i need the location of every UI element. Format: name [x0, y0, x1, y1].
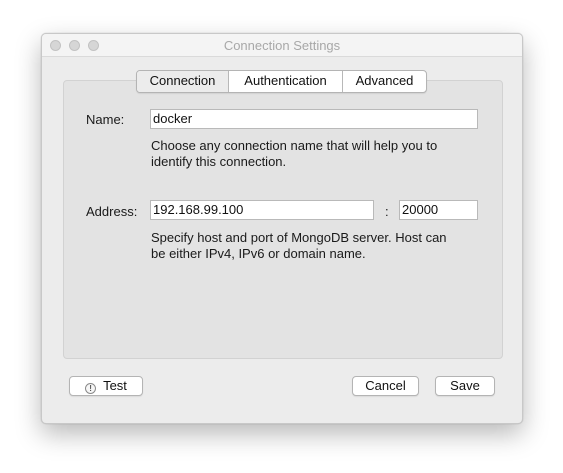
address-hint: Specify host and port of MongoDB server.… — [151, 230, 447, 262]
tab-advanced[interactable]: Advanced — [342, 71, 426, 92]
address-hint-line-1: Specify host and port of MongoDB server.… — [151, 230, 447, 245]
name-label: Name: — [86, 112, 125, 127]
tab-authentication[interactable]: Authentication — [228, 71, 342, 92]
name-hint-line-1: Choose any connection name that will hel… — [151, 138, 438, 153]
address-hint-line-2: be either IPv4, IPv6 or domain name. — [151, 246, 366, 261]
exclamation-circle-icon: ! — [85, 383, 97, 394]
window-title: Connection Settings — [223, 38, 341, 53]
title-bar[interactable]: Connection Settings — [42, 34, 522, 57]
cancel-button[interactable]: Cancel — [352, 376, 419, 396]
tab-bar: Connection Authentication Advanced — [136, 70, 427, 93]
test-button[interactable]: ! Test — [69, 376, 143, 396]
save-button[interactable]: Save — [435, 376, 495, 396]
host-port-separator: : — [385, 204, 389, 219]
test-button-label: Test — [103, 378, 127, 393]
name-hint: Choose any connection name that will hel… — [151, 138, 437, 170]
tab-connection[interactable]: Connection — [137, 71, 228, 92]
name-hint-line-2: identify this connection. — [151, 154, 287, 169]
connection-name-input[interactable]: docker — [150, 109, 478, 129]
host-input[interactable]: 192.168.99.100 — [150, 200, 374, 220]
port-input[interactable]: 20000 — [399, 200, 478, 220]
connection-settings-window: Connection Settings Connection Authentic… — [41, 33, 523, 424]
address-label: Address: — [86, 204, 138, 219]
